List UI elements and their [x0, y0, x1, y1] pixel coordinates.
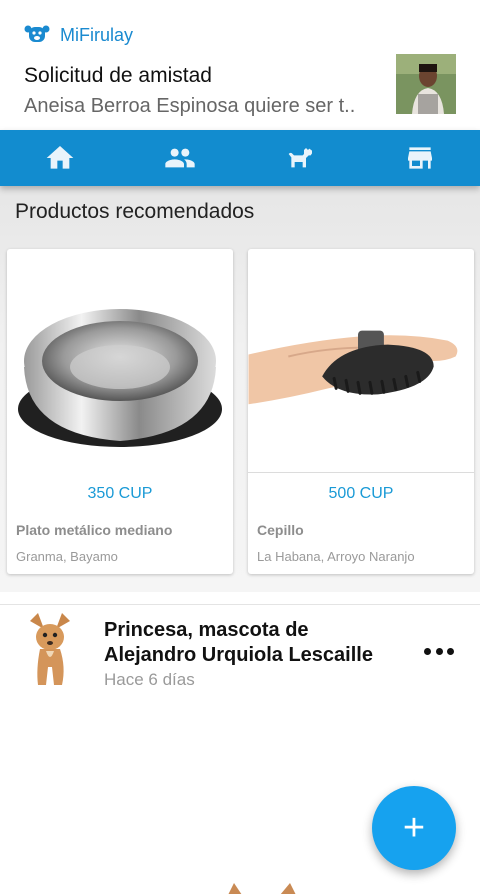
- notification-avatar: [396, 54, 456, 114]
- more-options-icon[interactable]: [424, 645, 454, 657]
- product-name: Cepillo: [257, 522, 304, 538]
- post-time: Hace 6 días: [104, 670, 195, 689]
- recommended-products-section: Productos recomendados 350 CUP Plato met…: [0, 186, 480, 592]
- product-location: Granma, Bayamo: [16, 549, 118, 564]
- tab-friends[interactable]: [120, 130, 240, 186]
- store-icon: [408, 147, 432, 169]
- tab-home[interactable]: [0, 130, 120, 186]
- product-card[interactable]: 500 CUP Cepillo La Habana, Arroyo Naranj…: [248, 249, 474, 574]
- tab-store[interactable]: [360, 130, 480, 186]
- app-logo-icon: [24, 25, 50, 42]
- notification-body: Aneisa Berroa Espinosa quiere ser t..: [24, 95, 356, 117]
- people-icon: [165, 148, 195, 168]
- notification-app-name: MiFirulay: [60, 24, 134, 45]
- main-tab-bar: [0, 130, 480, 186]
- product-price: 500 CUP: [328, 485, 394, 502]
- product-price: 350 CUP: [87, 485, 153, 502]
- product-card[interactable]: 350 CUP Plato metálico mediano Granma, B…: [7, 249, 233, 574]
- steel-bowl-image: [18, 309, 222, 447]
- post-title[interactable]: Princesa, mascota de Alejandro Urquiola …: [104, 618, 404, 668]
- section-title: Productos recomendados: [15, 200, 255, 223]
- pet-icon: [288, 148, 312, 168]
- notification-banner[interactable]: MiFirulay Solicitud de amistad Aneisa Be…: [0, 0, 480, 130]
- notification-app-row: MiFirulay: [24, 24, 133, 46]
- pet-avatar[interactable]: [22, 611, 78, 689]
- post-image-peek: [228, 883, 296, 894]
- product-name: Plato metálico mediano: [16, 522, 173, 538]
- tab-pets[interactable]: [240, 130, 360, 186]
- home-icon: [46, 146, 74, 169]
- grooming-brush-image: [248, 330, 474, 473]
- notification-title: Solicitud de amistad: [24, 64, 212, 87]
- add-fab-button[interactable]: +: [372, 786, 456, 870]
- product-location: La Habana, Arroyo Naranjo: [257, 549, 415, 564]
